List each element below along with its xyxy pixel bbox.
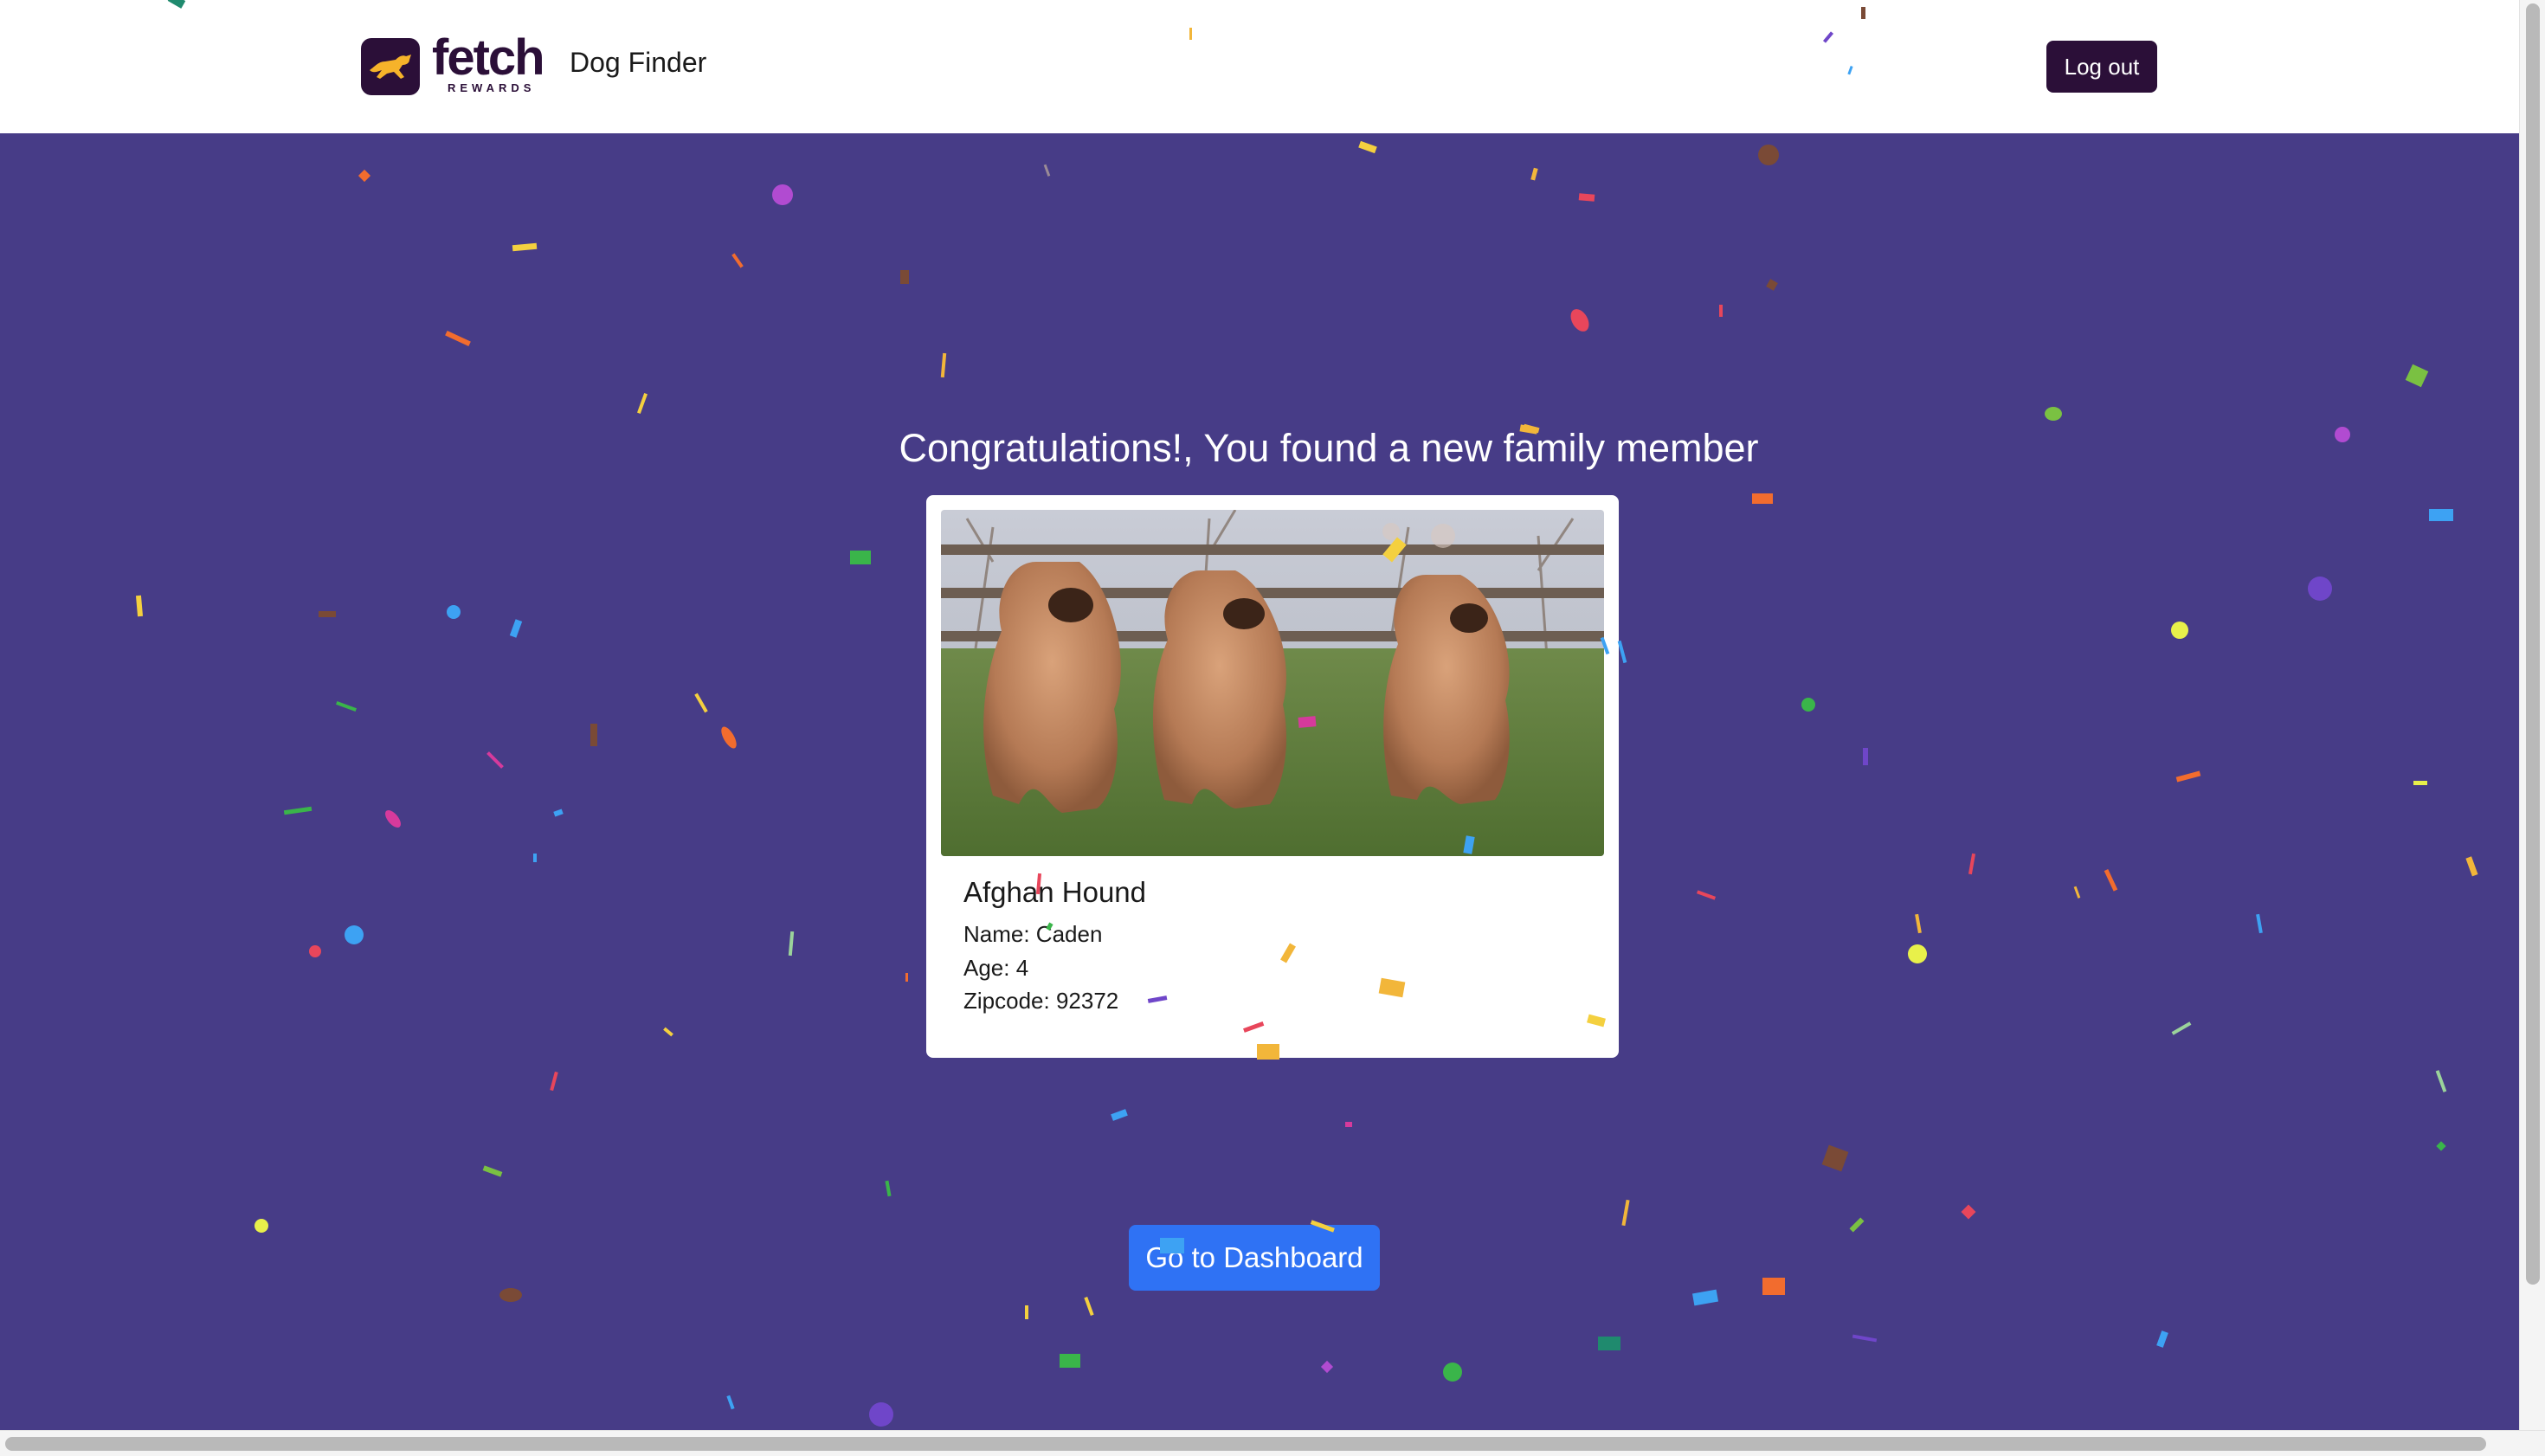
dog-zipcode: Zipcode: 92372	[963, 988, 1119, 1014]
horizontal-scrollbar[interactable]	[0, 1430, 2545, 1456]
go-to-dashboard-button[interactable]: Go to Dashboard	[1129, 1225, 1380, 1291]
dog-name: Name: Caden	[963, 921, 1103, 947]
dog-photo	[941, 510, 1604, 856]
horizontal-scroll-thumb[interactable]	[5, 1437, 2486, 1451]
vertical-scrollbar[interactable]	[2519, 0, 2545, 1430]
logout-button[interactable]: Log out	[2046, 41, 2157, 93]
vertical-scroll-thumb[interactable]	[2526, 3, 2540, 1285]
matched-dog-card: Afghan Hound Name: Caden Age: 4 Zipcode:…	[926, 495, 1619, 1058]
app-title: Dog Finder	[570, 47, 707, 78]
fetch-rewards-logo[interactable]: fetch REWARDS	[361, 29, 557, 97]
congratulations-heading: Congratulations!, You found a new family…	[899, 426, 1759, 470]
logo-subtitle: REWARDS	[448, 81, 536, 94]
top-nav-bar: fetch REWARDS Dog Finder Log out	[0, 0, 2519, 133]
logo-word: fetch	[432, 29, 545, 86]
logo-wordmark: fetch REWARDS	[432, 29, 557, 97]
dog-breed: Afghan Hound	[963, 876, 1147, 908]
celebration-section: Congratulations!, You found a new family…	[0, 133, 2519, 1430]
running-dog-icon	[361, 38, 420, 95]
dog-age: Age: 4	[963, 955, 1029, 981]
